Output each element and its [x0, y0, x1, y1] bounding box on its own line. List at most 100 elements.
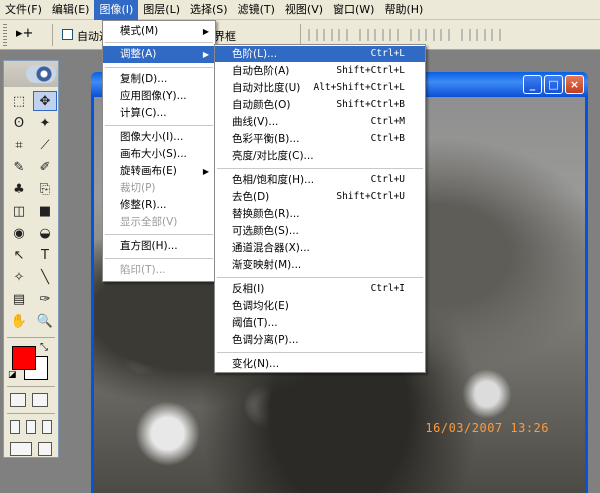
menu-help[interactable]: 帮助(H) — [379, 0, 428, 20]
menu-item-duplicate[interactable]: 复制(D)... — [103, 71, 215, 88]
quick-mask-controls — [4, 389, 58, 411]
menu-file[interactable]: 文件(F) — [0, 0, 47, 20]
photoshop-eye-logo-icon[interactable] — [26, 65, 56, 83]
menu-item-histogram[interactable]: 直方图(H)... — [103, 238, 215, 255]
path-selection-tool-icon[interactable]: ↖ — [7, 245, 31, 265]
standard-screen-mode-icon[interactable] — [10, 420, 20, 434]
crop-tool-icon[interactable]: ⌗ — [7, 135, 31, 155]
menu-item-calculations[interactable]: 计算(C)... — [103, 105, 215, 122]
menu-item-channel-mixer[interactable]: 通道混合器(X)... — [215, 240, 425, 256]
clone-stamp-tool-icon[interactable]: ♣ — [7, 179, 31, 199]
jump-to-imageready-icon[interactable] — [10, 442, 32, 456]
toolbar-grip[interactable] — [3, 24, 7, 46]
align-right-icon[interactable] — [389, 29, 399, 41]
default-colors-icon[interactable]: ◪ — [8, 370, 17, 380]
menu-item-label: 裁切(P) — [120, 182, 156, 194]
menu-item-selective-color[interactable]: 可选颜色(S)... — [215, 223, 425, 239]
slice-tool-icon[interactable]: ⟋ — [33, 135, 57, 155]
menu-image[interactable]: 图像(I) — [94, 0, 139, 20]
pen-tool-icon[interactable]: ✧ — [7, 267, 31, 287]
menu-item-adjustments[interactable]: 调整(A) ▶ — [103, 46, 215, 63]
gradient-tool-icon[interactable]: ■ — [33, 201, 57, 221]
full-screen-menu-mode-icon[interactable] — [26, 420, 36, 434]
history-brush-tool-icon[interactable]: ⎘ — [33, 179, 57, 199]
dodge-tool-icon[interactable]: ◒ — [33, 223, 57, 243]
magic-wand-tool-icon[interactable]: ✦ — [33, 113, 57, 133]
menu-item-variations[interactable]: 变化(N)... — [215, 356, 425, 372]
menu-item-label: 色阶(L)... — [232, 48, 278, 60]
move-tool-icon[interactable]: ✥ — [33, 91, 57, 111]
separator — [217, 352, 423, 353]
menu-item-image-size[interactable]: 图像大小(I)... — [103, 129, 215, 146]
menu-item-hue-saturation[interactable]: 色相/饱和度(H)... Ctrl+U — [215, 172, 425, 188]
minimize-button[interactable]: _ — [523, 75, 542, 94]
menu-item-gradient-map[interactable]: 渐变映射(M)... — [215, 257, 425, 273]
distribute-hcenter-icon[interactable] — [476, 29, 486, 41]
marquee-tool-icon[interactable]: ⬚ — [7, 91, 31, 111]
full-screen-mode-icon[interactable] — [42, 420, 52, 434]
distribute-left-icon[interactable] — [461, 29, 471, 41]
menu-select[interactable]: 选择(S) — [185, 0, 233, 20]
menu-item-auto-levels[interactable]: 自动色阶(A) Shift+Ctrl+L — [215, 63, 425, 79]
healing-brush-tool-icon[interactable]: ✎ — [7, 157, 31, 177]
blur-tool-icon[interactable]: ◉ — [7, 223, 31, 243]
zoom-tool-icon[interactable]: 🔍 — [33, 311, 57, 331]
align-top-icon[interactable] — [308, 29, 318, 41]
menu-item-apply-image[interactable]: 应用图像(Y)... — [103, 88, 215, 105]
photo-date-stamp: 16/03/2007 13:26 — [425, 421, 549, 435]
menu-item-levels[interactable]: 色阶(L)... Ctrl+L — [215, 46, 425, 62]
distribute-right-icon[interactable] — [491, 29, 501, 41]
hand-tool-icon[interactable]: ✋ — [7, 311, 31, 331]
separator — [105, 258, 213, 259]
swap-colors-icon[interactable]: ⤡ — [40, 342, 48, 353]
lasso-tool-icon[interactable]: ʘ — [7, 113, 31, 133]
foreground-color-swatch[interactable] — [12, 346, 36, 370]
menu-item-rotate-canvas[interactable]: 旋转画布(E) ▶ — [103, 163, 215, 180]
menu-layer[interactable]: 图层(L) — [138, 0, 185, 20]
standard-mode-icon[interactable] — [10, 393, 26, 407]
type-tool-icon[interactable]: T — [33, 245, 57, 265]
menu-item-auto-color[interactable]: 自动颜色(O) Shift+Ctrl+B — [215, 97, 425, 113]
menu-item-auto-contrast[interactable]: 自动对比度(U) Alt+Shift+Ctrl+L — [215, 80, 425, 96]
eyedropper-tool-icon[interactable]: ✑ — [33, 289, 57, 309]
jump-to-extra-icon[interactable] — [38, 442, 52, 456]
menu-item-equalize[interactable]: 色调均化(E) — [215, 298, 425, 314]
align-hcenter-icon[interactable] — [374, 29, 384, 41]
distribute-top-icon[interactable] — [410, 29, 420, 41]
menu-item-posterize[interactable]: 色调分离(P)... — [215, 332, 425, 348]
move-tool-icon[interactable]: ▸+ — [16, 26, 33, 41]
menu-item-trim[interactable]: 修整(R)... — [103, 197, 215, 214]
menu-item-canvas-size[interactable]: 画布大小(S)... — [103, 146, 215, 163]
menu-item-mode[interactable]: 模式(M) ▶ — [103, 23, 215, 40]
align-bottom-icon[interactable] — [338, 29, 348, 41]
notes-tool-icon[interactable]: ▤ — [7, 289, 31, 309]
distribute-bottom-icon[interactable] — [440, 29, 450, 41]
menu-edit[interactable]: 编辑(E) — [47, 0, 95, 20]
menu-item-color-balance[interactable]: 色彩平衡(B)... Ctrl+B — [215, 131, 425, 147]
tool-grid: ⬚ ✥ ʘ ✦ ⌗ ⟋ ✎ ✐ ♣ ⎘ ◫ ■ ◉ ◒ ↖ T ✧ ╲ ▤ ✑ … — [4, 87, 58, 335]
menu-item-desaturate[interactable]: 去色(D) Shift+Ctrl+U — [215, 189, 425, 205]
align-vcenter-icon[interactable] — [323, 29, 333, 41]
menu-item-curves[interactable]: 曲线(V)... Ctrl+M — [215, 114, 425, 130]
align-left-icon[interactable] — [359, 29, 369, 41]
menu-item-threshold[interactable]: 阈值(T)... — [215, 315, 425, 331]
auto-select-checkbox[interactable] — [62, 29, 73, 40]
line-tool-icon[interactable]: ╲ — [33, 267, 57, 287]
menu-item-brightness-contrast[interactable]: 亮度/对比度(C)... — [215, 148, 425, 164]
maximize-button[interactable]: □ — [544, 75, 563, 94]
menu-view[interactable]: 视图(V) — [280, 0, 328, 20]
quick-mask-mode-icon[interactable] — [32, 393, 48, 407]
toolbox: ⬚ ✥ ʘ ✦ ⌗ ⟋ ✎ ✐ ♣ ⎘ ◫ ■ ◉ ◒ ↖ T ✧ ╲ ▤ ✑ … — [3, 60, 59, 458]
menu-window[interactable]: 窗口(W) — [328, 0, 379, 20]
menu-filter[interactable]: 滤镜(T) — [233, 0, 280, 20]
brush-tool-icon[interactable]: ✐ — [33, 157, 57, 177]
close-button[interactable]: × — [565, 75, 584, 94]
toolbox-header[interactable] — [4, 61, 58, 87]
eraser-tool-icon[interactable]: ◫ — [7, 201, 31, 221]
menu-item-label: 自动颜色(O) — [232, 99, 291, 111]
distribute-center-icon[interactable] — [425, 29, 435, 41]
menu-item-invert[interactable]: 反相(I) Ctrl+I — [215, 281, 425, 297]
menu-item-replace-color[interactable]: 替换颜色(R)... — [215, 206, 425, 222]
separator — [7, 413, 55, 414]
menu-item-label: 画布大小(S)... — [120, 148, 187, 160]
